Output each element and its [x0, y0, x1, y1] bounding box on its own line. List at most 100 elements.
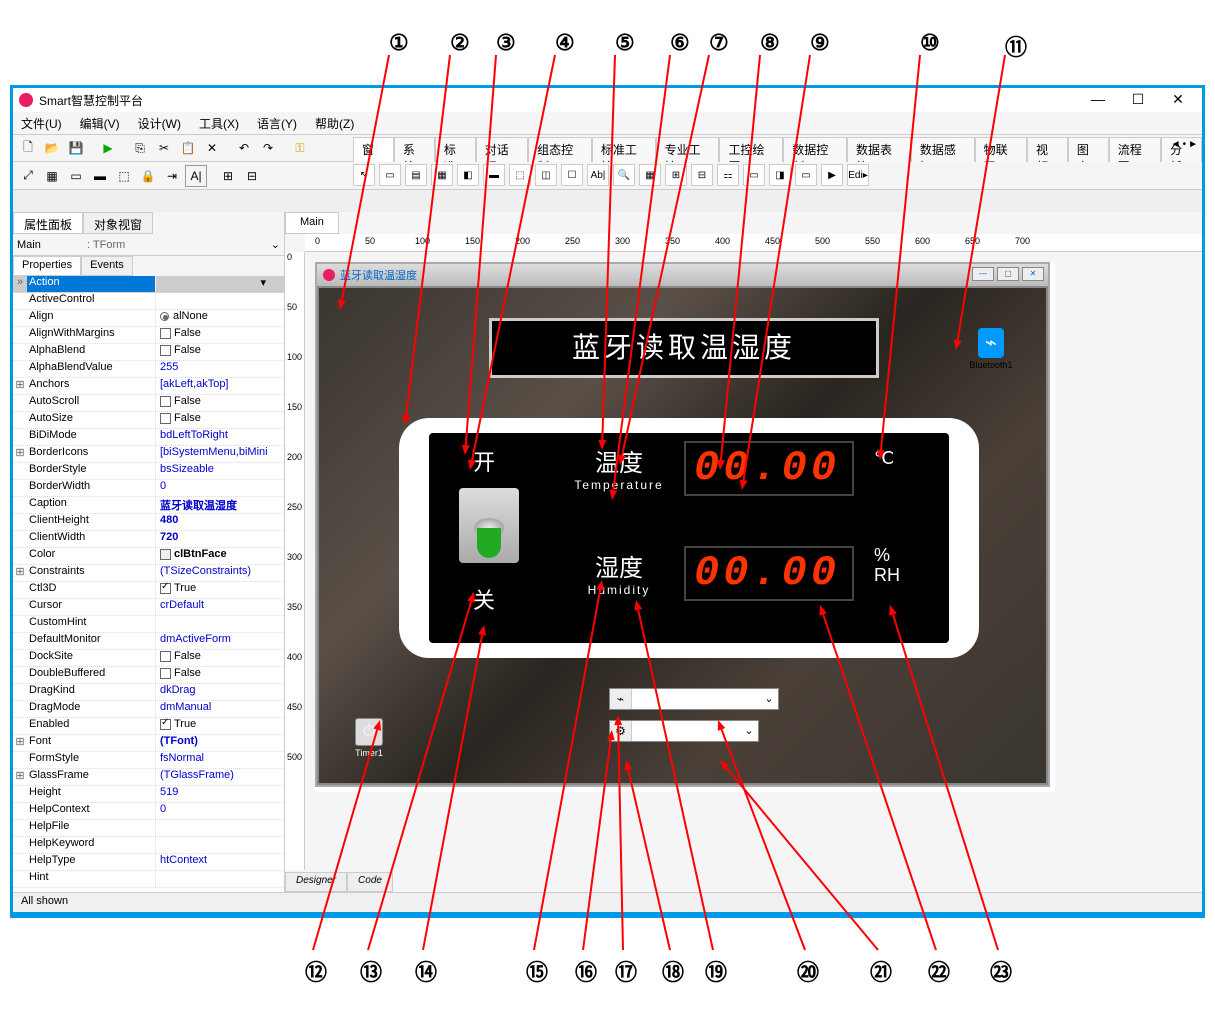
property-row[interactable]: HelpKeyword	[13, 837, 284, 854]
undo-icon[interactable]: ↶	[233, 137, 255, 159]
property-row[interactable]: HelpTypehtContext	[13, 854, 284, 871]
palette-component[interactable]: ▭	[379, 164, 401, 186]
property-tab[interactable]: Properties	[13, 256, 81, 276]
title-banner[interactable]: 蓝牙读取温湿度	[489, 318, 879, 378]
run-icon[interactable]: ▶	[97, 137, 119, 159]
property-row[interactable]: DockSiteFalse	[13, 650, 284, 667]
menu-item[interactable]: 工具(X)	[195, 113, 243, 134]
palette-component[interactable]: ☐	[561, 164, 583, 186]
minimize-button[interactable]: —	[1078, 88, 1118, 110]
form-max-icon[interactable]: ▢	[997, 267, 1019, 281]
paste-icon[interactable]: 📋	[177, 137, 199, 159]
palette-component[interactable]: ◨	[769, 164, 791, 186]
temperature-unit[interactable]: ℃	[874, 448, 894, 469]
inspector-tab[interactable]: 对象视窗	[83, 212, 153, 234]
palette-component[interactable]: ▶	[821, 164, 843, 186]
inspector-tab[interactable]: 属性面板	[13, 212, 83, 234]
redo-icon[interactable]: ↷	[257, 137, 279, 159]
property-tab[interactable]: Events	[81, 256, 133, 276]
file-tab[interactable]: Main	[285, 212, 339, 234]
palette-component[interactable]: ⬚	[509, 164, 531, 186]
palette-component[interactable]: Ab|	[587, 164, 609, 186]
property-row[interactable]: AutoSizeFalse	[13, 412, 284, 429]
close-button[interactable]: ✕	[1158, 88, 1198, 110]
property-row[interactable]: AutoScrollFalse	[13, 395, 284, 412]
property-row[interactable]: ⊞BorderIcons[biSystemMenu,biMini	[13, 446, 284, 463]
humidity-display[interactable]: 00.00	[684, 546, 854, 601]
chevron-down-icon[interactable]: ⌄	[760, 689, 778, 709]
menu-item[interactable]: 设计(W)	[134, 113, 185, 134]
property-row[interactable]: ⊞Anchors[akLeft,akTop]	[13, 378, 284, 395]
property-row[interactable]: CustomHint	[13, 616, 284, 633]
property-row[interactable]: ClientHeight480	[13, 514, 284, 531]
humidity-unit[interactable]: % RH	[874, 546, 900, 586]
palette-component[interactable]: ▦	[639, 164, 661, 186]
property-row[interactable]: HelpContext0	[13, 803, 284, 820]
property-row[interactable]: ⊞GlassFrame(TGlassFrame)	[13, 769, 284, 786]
save-icon[interactable]: 💾	[65, 137, 87, 159]
property-row[interactable]: ClientWidth720	[13, 531, 284, 548]
align-tool-icon[interactable]: ⤢	[17, 165, 39, 187]
text-icon[interactable]: A|	[185, 165, 207, 187]
delete-icon[interactable]: ✕	[201, 137, 223, 159]
palette-component[interactable]: 🔍	[613, 164, 635, 186]
back-icon[interactable]: ▬	[89, 165, 111, 187]
property-row[interactable]: BiDiModebdLeftToRight	[13, 429, 284, 446]
white-panel[interactable]: 开 关 温度 Temperature 00.00 ℃	[399, 418, 979, 658]
palette-component[interactable]: ⚏	[717, 164, 739, 186]
object-selector[interactable]: Main : TForm ⌄	[13, 234, 284, 256]
chevron-down-icon[interactable]: ⌄	[271, 238, 280, 251]
menu-item[interactable]: 语言(Y)	[253, 113, 301, 134]
property-row[interactable]: AlphaBlendFalse	[13, 344, 284, 361]
open-icon[interactable]: 📂	[41, 137, 63, 159]
property-row[interactable]: ⊞Font(TFont)	[13, 735, 284, 752]
palette-component[interactable]: ↖	[353, 164, 375, 186]
property-row[interactable]: BorderStylebsSizeable	[13, 463, 284, 480]
property-row[interactable]: EnabledTrue	[13, 718, 284, 735]
property-row[interactable]: ColorclBtnFace	[13, 548, 284, 565]
property-row[interactable]: Height519	[13, 786, 284, 803]
humidity-label[interactable]: 湿度 Humidity	[559, 548, 679, 597]
new-icon[interactable]: 🗋	[17, 137, 39, 159]
form-close-icon[interactable]: ✕	[1022, 267, 1044, 281]
property-row[interactable]: ActiveControl	[13, 293, 284, 310]
property-row[interactable]: CursorcrDefault	[13, 599, 284, 616]
palette-component[interactable]: ◧	[457, 164, 479, 186]
bluetooth-component[interactable]: ⌁ Bluetooth1	[966, 328, 1016, 370]
menu-item[interactable]: 文件(U)	[17, 113, 66, 134]
palette-component[interactable]: ▭	[743, 164, 765, 186]
property-row[interactable]: Ctl3DTrue	[13, 582, 284, 599]
view-tab[interactable]: Designer	[285, 872, 347, 892]
service-combobox[interactable]: ⚙⌄	[609, 720, 759, 742]
property-row[interactable]: DefaultMonitordmActiveForm	[13, 633, 284, 650]
tab-order-icon[interactable]: ⇥	[161, 165, 183, 187]
label-off[interactable]: 关	[473, 583, 495, 615]
palette-component[interactable]: Edi▸	[847, 164, 869, 186]
property-grid[interactable]: »Action▾ActiveControlAlignalNoneAlignWit…	[13, 276, 284, 892]
cut-icon[interactable]: ✂	[153, 137, 175, 159]
group-icon[interactable]: ▦	[41, 165, 63, 187]
menu-item[interactable]: 编辑(V)	[76, 113, 124, 134]
property-row[interactable]: Caption蓝牙读取温湿度	[13, 497, 284, 514]
black-panel[interactable]: 开 关 温度 Temperature 00.00 ℃	[429, 433, 949, 643]
temperature-display[interactable]: 00.00	[684, 441, 854, 496]
property-row[interactable]: ⊞Constraints(TSizeConstraints)	[13, 565, 284, 582]
property-row[interactable]: AlignalNone	[13, 310, 284, 327]
palette-component[interactable]: ▭	[795, 164, 817, 186]
palette-component[interactable]: ⊟	[691, 164, 713, 186]
palette-component[interactable]: ▤	[405, 164, 427, 186]
property-row[interactable]: BorderWidth0	[13, 480, 284, 497]
property-row[interactable]: HelpFile	[13, 820, 284, 837]
palette-component[interactable]: ◫	[535, 164, 557, 186]
property-row[interactable]: DragKinddkDrag	[13, 684, 284, 701]
lock-icon[interactable]: 🔒	[137, 165, 159, 187]
toggle-switch[interactable]	[459, 488, 519, 563]
property-row[interactable]: FormStylefsNormal	[13, 752, 284, 769]
property-row[interactable]: DragModedmManual	[13, 701, 284, 718]
tabstrip-nav[interactable]: ◄•►	[1171, 139, 1198, 150]
key-icon[interactable]: ⚿	[289, 137, 311, 159]
maximize-button[interactable]: ☐	[1118, 88, 1158, 110]
label-on[interactable]: 开	[473, 445, 495, 477]
chevron-down-icon[interactable]: ⌄	[740, 721, 758, 741]
designed-form[interactable]: 蓝牙读取温湿度 — ▢ ✕ 蓝牙读取温湿度 ⌁ Bluetooth1	[315, 262, 1050, 787]
